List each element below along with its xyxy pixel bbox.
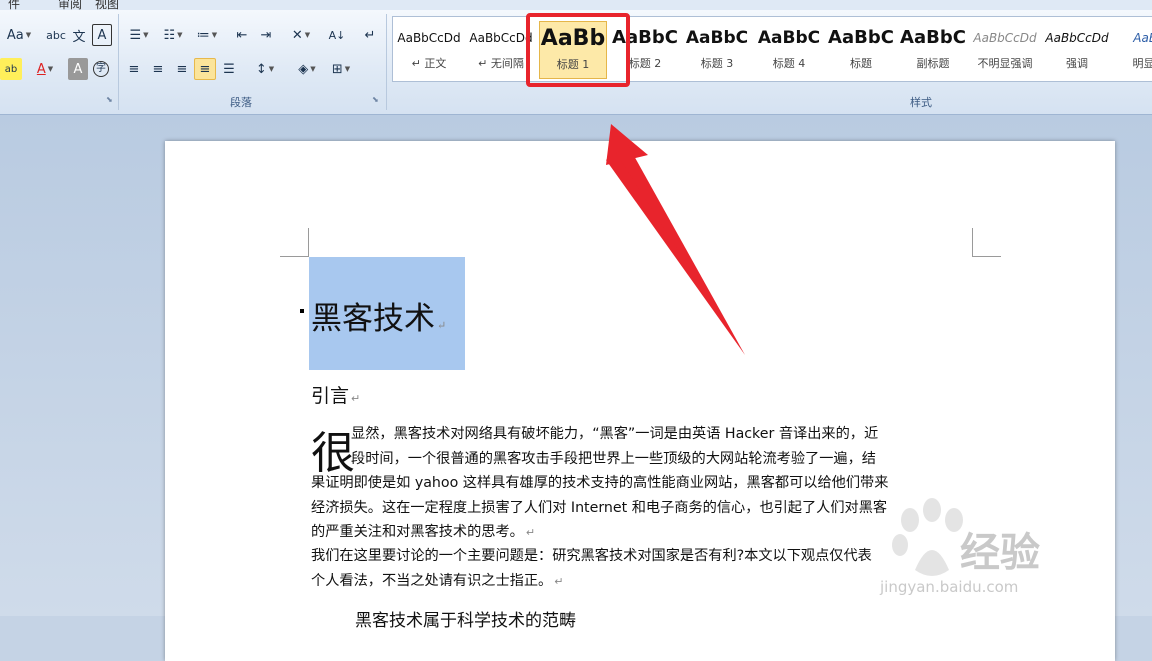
style-heading-4[interactable]: AaBbC 标题 4	[755, 21, 823, 79]
line-spacing-button[interactable]: ↕ ▼	[250, 58, 280, 80]
increase-indent-icon[interactable]: ⇥	[256, 24, 276, 46]
paragraph-line: 显然，黑客技术对网络具有破坏能力，“黑客”一词是由英语 Hacker 音译出来的…	[351, 426, 879, 442]
group-separator	[118, 14, 119, 110]
paragraph-line: 段时间，一个很普通的黑客攻击手段把世界上一些顶级的大网站轮流考验了一遍，结	[351, 450, 876, 467]
style-subtitle[interactable]: AaBbC 副标题	[899, 21, 967, 79]
tab-review[interactable]: 审阅	[58, 0, 82, 10]
document-title[interactable]: 黑客技术 ↵	[311, 293, 446, 338]
font-dialog-launcher-icon[interactable]: ⬊	[106, 96, 114, 104]
paragraph-line: 经济损失。这在一定程度上损害了人们对 Internet 和电子商务的信心，也引起…	[311, 499, 888, 516]
distributed-icon[interactable]: ☰	[219, 58, 239, 80]
align-center-icon[interactable]: ≡	[148, 58, 168, 80]
align-right-icon[interactable]: ≡	[172, 58, 192, 80]
section-heading[interactable]: 引言 ↵	[311, 381, 360, 408]
paragraph-dialog-launcher-icon[interactable]: ⬊	[372, 96, 380, 104]
heading-marker	[300, 309, 304, 313]
chinese-layout-button[interactable]: ✕ ▼	[286, 24, 316, 46]
paragraph-group-label: 段落	[230, 96, 252, 109]
ribbon-tab-bar: 件 审阅 视图	[0, 0, 1152, 10]
enclose-char-icon[interactable]: 字	[91, 58, 111, 80]
styles-group-label: 样式	[910, 96, 932, 109]
phonetic-guide-icon[interactable]: abc	[46, 24, 66, 46]
numbering-button[interactable]: ☷ ▼	[158, 24, 188, 46]
next-heading[interactable]: 黑客技术属于科学技术的范畴	[355, 606, 576, 631]
change-case-button[interactable]: Aa ▼	[4, 24, 34, 46]
show-marks-icon[interactable]: ↵	[360, 24, 380, 46]
callout-highlight-box	[526, 13, 630, 87]
style-subtle-emphasis[interactable]: AaBbCcDd 不明显强调	[971, 21, 1039, 79]
highlight-color-button[interactable]: ab	[0, 58, 22, 80]
style-normal[interactable]: AaBbCcDd ↵ 正文	[395, 21, 463, 79]
style-emphasis[interactable]: AaBbCcDd 强调	[1043, 21, 1111, 79]
paragraph-line: 果证明即使是如 yahoo 这样具有雄厚的技术支持的高性能商业网站，黑客都可以给…	[311, 475, 889, 491]
align-left-icon[interactable]: ≡	[124, 58, 144, 80]
paragraph-line: 的严重关注和对黑客技术的思考。 ↵	[311, 524, 536, 540]
justify-icon[interactable]: ≡	[194, 58, 216, 80]
crop-mark	[972, 228, 1001, 257]
borders-button[interactable]: ⊞ ▼	[326, 58, 356, 80]
watermark-text: 经验	[960, 530, 1040, 576]
char-shading-icon[interactable]: A	[68, 58, 88, 80]
crop-mark	[280, 228, 309, 257]
style-intense-emphasis[interactable]: AaBb 明显强	[1115, 21, 1152, 79]
tab-partial[interactable]: 件	[8, 0, 20, 10]
bullets-button[interactable]: ☰ ▼	[124, 24, 154, 46]
tab-view[interactable]: 视图	[95, 0, 119, 10]
multilevel-list-button[interactable]: ≔ ▼	[192, 24, 222, 46]
style-title[interactable]: AaBbC 标题	[827, 21, 895, 79]
font-color-button[interactable]: A ▼	[30, 58, 60, 80]
shading-button[interactable]: ◈ ▼	[292, 58, 322, 80]
sort-icon[interactable]: A↓	[326, 24, 348, 46]
paragraph-line: 个人看法，不当之处请有识之士指正。 ↵	[311, 572, 564, 589]
group-separator	[386, 14, 387, 110]
pinyin-icon[interactable]: 文	[69, 24, 89, 46]
paragraph-line: 我们在这里要讨论的一个主要问题是：研究黑客技术对国家是否有利?本文以下观点仅代表	[311, 548, 872, 564]
char-border-icon[interactable]: A	[92, 24, 112, 46]
decrease-indent-icon[interactable]: ⇤	[232, 24, 252, 46]
style-heading-3[interactable]: AaBbC 标题 3	[683, 21, 751, 79]
style-no-spacing[interactable]: AaBbCcDd ↵ 无间隔	[467, 21, 535, 79]
styles-gallery: AaBbCcDd ↵ 正文 AaBbCcDd ↵ 无间隔 AaBb 标题 1 A…	[392, 16, 1152, 82]
paragraph-1[interactable]: 显然，黑客技术对网络具有破坏能力，“黑客”一词是由英语 Hacker 音译出来的…	[311, 422, 975, 546]
paragraph-2[interactable]: 我们在这里要讨论的一个主要问题是：研究黑客技术对国家是否有利?本文以下观点仅代表…	[311, 544, 975, 594]
watermark-url: jingyan.baidu.com	[880, 578, 1019, 596]
